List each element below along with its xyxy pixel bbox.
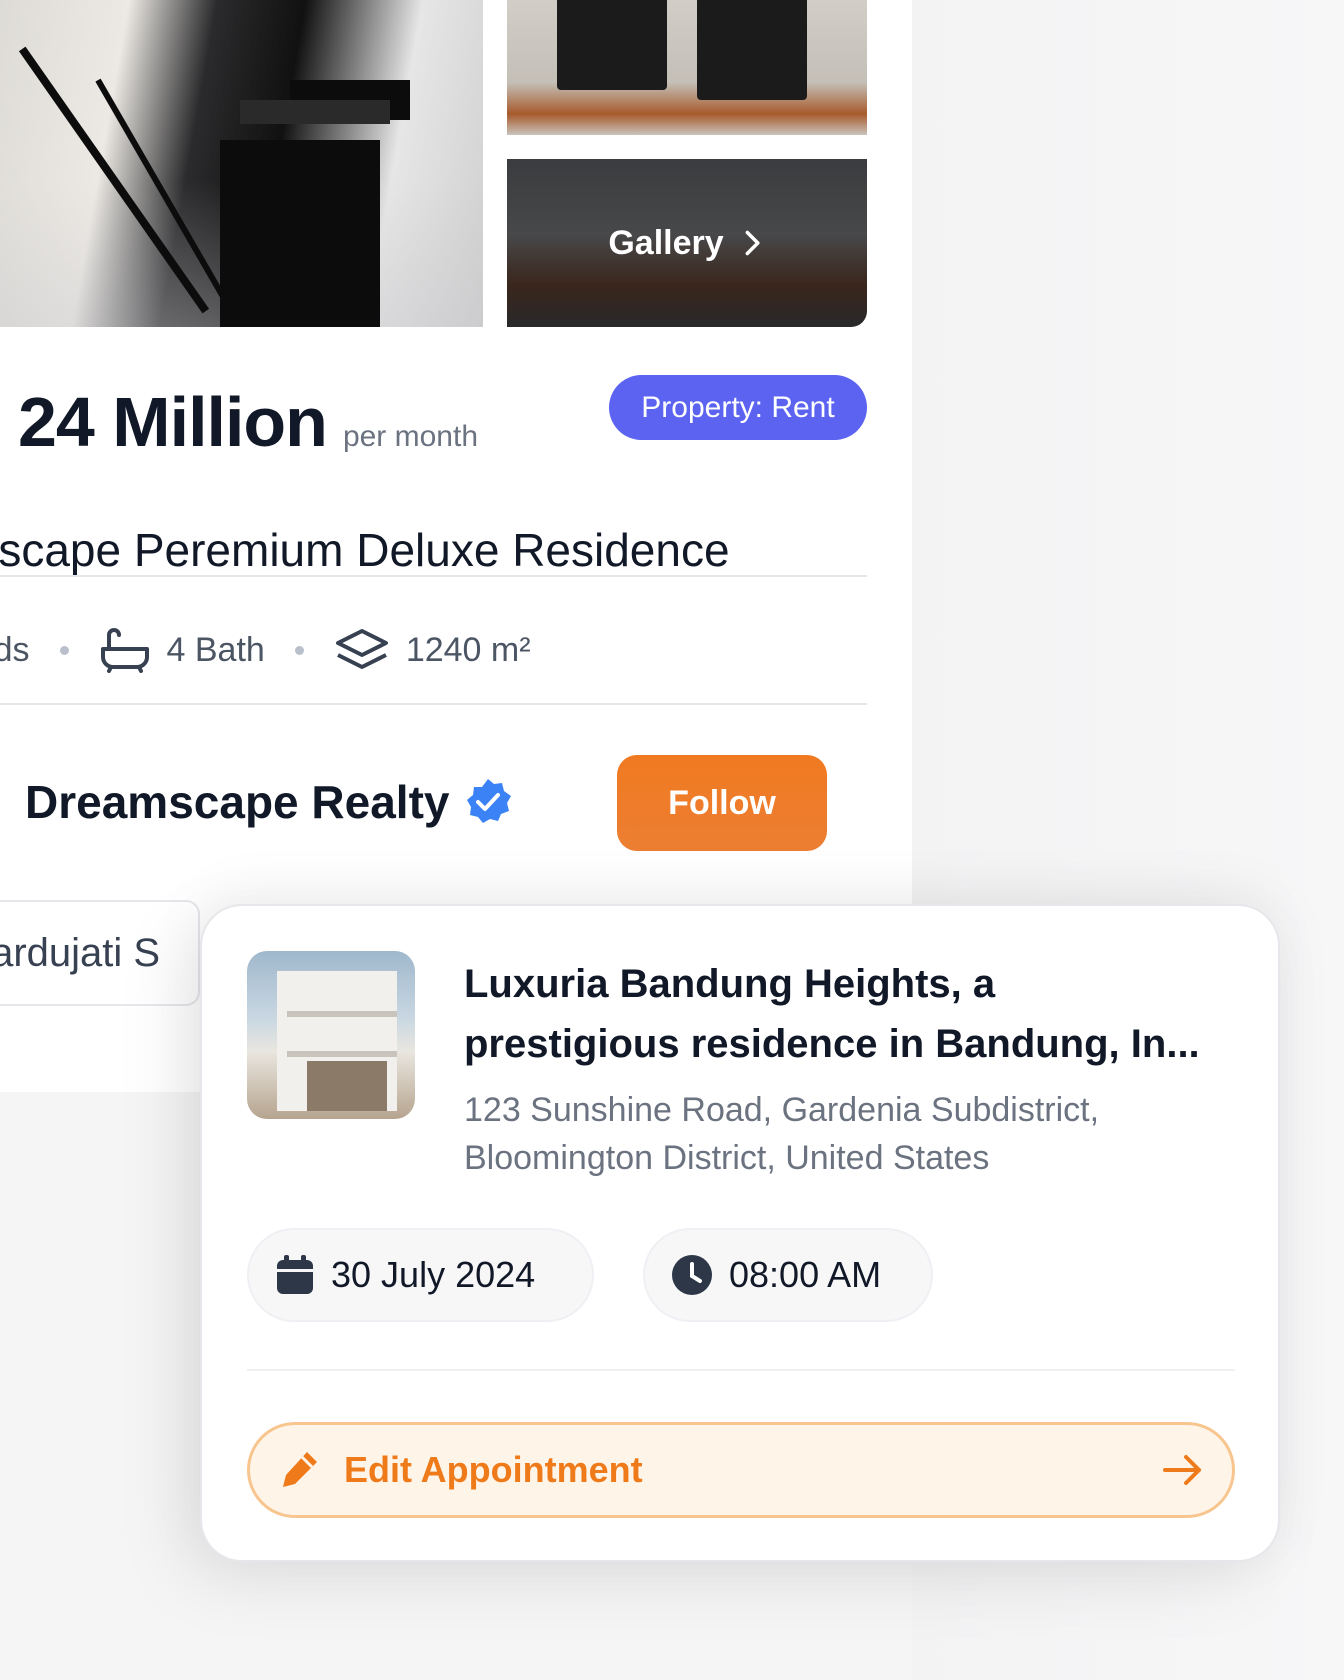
appointment-title-line1: Luxuria Bandung Heights, a — [464, 962, 996, 1006]
main-photo[interactable] — [0, 0, 483, 327]
address-chip: Gardujati S — [0, 900, 200, 1006]
status-badge: Property: Rent — [609, 375, 867, 440]
divider — [0, 575, 867, 577]
edit-appointment-button[interactable]: Edit Appointment — [247, 1422, 1235, 1518]
address-partial: Gardujati S — [0, 930, 161, 975]
price: 24 Million per month — [18, 382, 478, 462]
agent-name-label: Dreamscape Realty — [25, 776, 450, 828]
bathtub-icon — [100, 628, 149, 673]
pencil-icon — [283, 1452, 317, 1487]
layers-icon — [335, 629, 388, 669]
divider — [247, 1369, 1235, 1371]
edit-appointment-label: Edit Appointment — [344, 1449, 643, 1490]
baths-label: 4 Bath — [166, 630, 265, 669]
time-pill: 08:00 AM — [643, 1228, 933, 1322]
gallery-label: Gallery — [608, 223, 724, 262]
divider — [0, 703, 867, 705]
arrow-right-icon — [1163, 1455, 1201, 1485]
beds-label: Beds — [0, 630, 30, 669]
appointment-card: Luxuria Bandung Heights, a prestigious r… — [200, 904, 1280, 1562]
photo-living-room[interactable] — [507, 0, 867, 135]
chevron-right-icon — [745, 230, 760, 256]
calendar-icon — [277, 1255, 313, 1294]
separator-dot — [294, 645, 304, 655]
separator-dot — [59, 645, 69, 655]
address-line1: 123 Sunshine Road, Gardenia Subdistrict, — [464, 1091, 1100, 1129]
address-line2: Bloomington District, United States — [464, 1139, 990, 1177]
area-label: 1240 m² — [405, 630, 531, 669]
appointment-address: 123 Sunshine Road, Gardenia Subdistrict,… — [464, 1086, 1224, 1182]
agent-name[interactable]: Dreamscape Realty — [25, 775, 513, 829]
listing-title: mscape Peremium Deluxe Residence — [0, 524, 730, 576]
price-unit: per month — [342, 420, 479, 453]
price-value: 24 Million — [18, 383, 328, 461]
appointment-title-line2: prestigious residence in Bandung, In... — [464, 1022, 1200, 1066]
date-pill: 30 July 2024 — [247, 1228, 594, 1322]
appointment-date: 30 July 2024 — [331, 1254, 536, 1295]
verified-badge-icon — [467, 779, 512, 823]
follow-button[interactable]: Follow — [617, 755, 827, 851]
appointment-title: Luxuria Bandung Heights, a prestigious r… — [464, 954, 1244, 1074]
property-thumbnail[interactable] — [247, 951, 415, 1119]
clock-icon — [672, 1255, 712, 1295]
appointment-time: 08:00 AM — [729, 1254, 882, 1295]
gallery-tile[interactable]: Gallery — [507, 159, 867, 327]
feature-list: Beds 4 Bath 1240 m² — [0, 615, 531, 685]
